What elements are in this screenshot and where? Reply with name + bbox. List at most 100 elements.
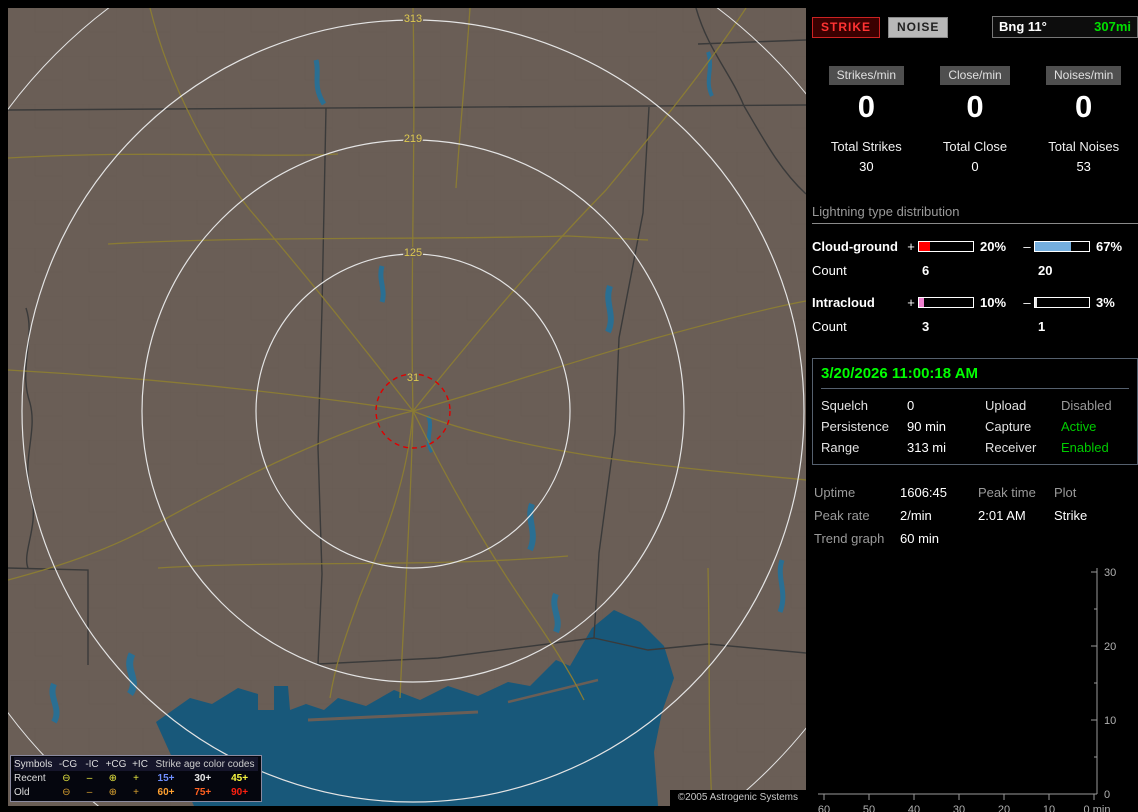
persistence-value: 90 min [907, 419, 947, 434]
minus-sign: – [1023, 294, 1031, 310]
cloud-ground-count-row: Count 6 20 [812, 258, 1138, 282]
neg-cg-old-icon: ⊖ [62, 786, 71, 798]
pos-cg-recent-icon: ⊕ [108, 772, 117, 784]
pos-cg-old-icon: ⊕ [108, 786, 117, 798]
ic-positive-count: 3 [922, 318, 930, 334]
cloud-ground-row: Cloud-ground + 20% – 67% [812, 234, 1138, 258]
persistence-label: Persistence [821, 419, 889, 434]
age-code: 30+ [194, 772, 212, 784]
total-noises-value: 53 [1076, 159, 1091, 174]
trend-x-tick: 0 min [1084, 804, 1111, 812]
app-window: 313 219 125 31 Symbols -CG -IC +CG +IC S… [0, 0, 1138, 812]
cg-positive-pct: 20% [980, 238, 1007, 254]
noises-per-min-meter: Noises/min 0 [1029, 66, 1138, 125]
age-code: 45+ [231, 772, 249, 784]
mode-row: STRIKE NOISE Bng 11° 307mi [812, 16, 1138, 38]
status-box: 3/20/2026 11:00:18 AM Squelch 0 Upload D… [812, 358, 1138, 465]
age-code: 60+ [157, 786, 175, 798]
close-per-min-value: 0 [966, 89, 984, 124]
total-close: Total Close 0 [921, 139, 1030, 174]
receiver-label: Receiver [985, 440, 1037, 455]
stat-row: Peak rate 2/min 2:01 AM Strike [814, 504, 1136, 527]
map-legend: Symbols -CG -IC +CG +IC Strike age color… [10, 755, 262, 802]
ic-negative-pct: 3% [1096, 294, 1115, 310]
total-noises: Total Noises 53 [1029, 139, 1138, 174]
squelch-value: 0 [907, 398, 915, 413]
ring-label: 313 [404, 13, 422, 25]
ring-label: 219 [404, 133, 422, 145]
ic-negative-bar [1034, 296, 1090, 308]
peak-time-value: 2:01 AM [978, 508, 1026, 523]
trend-y-tick: 10 [1104, 715, 1116, 727]
legend-recent-row: Recent ⊖ – ⊕ + 15+ 30+ 45+ [14, 771, 258, 785]
upload-label: Upload [985, 398, 1027, 413]
strike-mode-button[interactable]: STRIKE [812, 16, 881, 38]
stat-row: Trend graph 60 min [814, 527, 1136, 550]
trend-x-tick: 30 [953, 804, 965, 812]
trend-x-tick: 20 [998, 804, 1010, 812]
map-canvas[interactable]: 313 219 125 31 [0, 0, 919, 812]
neg-cg-recent-icon: ⊖ [62, 772, 71, 784]
clock-readout: 3/20/2026 11:00:18 AM [821, 365, 1129, 389]
strikes-per-min-meter: Strikes/min 0 [812, 66, 921, 125]
total-close-label: Total Close [942, 139, 1008, 154]
bearing-range: 307mi [1094, 19, 1131, 34]
strike-map[interactable]: 313 219 125 31 Symbols -CG -IC +CG +IC S… [0, 0, 919, 812]
trend-graph: 30 20 10 0 60 50 40 30 20 10 0 min [812, 560, 1138, 812]
legend-col-pos-cg: +CG [105, 758, 127, 770]
legend-symbols-title: Symbols [14, 758, 53, 770]
trend-x-tick: 60 [818, 804, 830, 812]
distribution-title: Lightning type distribution [812, 204, 1138, 224]
status-row: Squelch 0 Upload Disabled [821, 395, 1129, 416]
range-value: 313 mi [907, 440, 947, 455]
minus-sign: – [1023, 238, 1031, 254]
close-per-min-meter: Close/min 0 [921, 66, 1030, 125]
legend-old-label: Old [14, 786, 30, 798]
noises-per-min-label: Noises/min [1046, 66, 1122, 85]
cg-negative-pct: 67% [1096, 238, 1123, 254]
noise-mode-button[interactable]: NOISE [888, 16, 949, 38]
ring-label: 31 [407, 372, 419, 384]
strikes-per-min-value: 0 [857, 89, 875, 124]
cg-negative-bar-fill [1035, 241, 1072, 251]
cg-negative-bar [1034, 240, 1090, 252]
intracloud-count-row: Count 3 1 [812, 314, 1138, 338]
peak-time-label: Peak time [978, 485, 1036, 500]
county-boundaries [8, 8, 806, 806]
bearing-readout: Bng 11° 307mi [992, 16, 1138, 38]
legend-recent-label: Recent [14, 772, 46, 784]
uptime-label: Uptime [814, 485, 856, 500]
intracloud-label: Intracloud [812, 294, 875, 310]
ring-label: 125 [404, 247, 422, 259]
cg-negative-count: 20 [1038, 262, 1053, 278]
total-strikes: Total Strikes 30 [812, 139, 921, 174]
plot-value: Strike [1054, 508, 1088, 523]
noises-per-min-value: 0 [1075, 89, 1093, 124]
uptime-value: 1606:45 [900, 485, 947, 500]
cg-positive-count: 6 [922, 262, 930, 278]
ic-positive-pct: 10% [980, 294, 1007, 310]
cg-positive-bar-fill [919, 241, 930, 251]
legend-old-row: Old ⊖ – ⊕ + 60+ 75+ 90+ [14, 785, 258, 799]
peak-rate-value: 2/min [900, 508, 932, 523]
range-label: Range [821, 440, 860, 455]
age-code: 75+ [194, 786, 212, 798]
total-close-value: 0 [971, 159, 979, 174]
status-row: Range 313 mi Receiver Enabled [821, 437, 1129, 458]
strikes-per-min-label: Strikes/min [828, 66, 904, 85]
total-noises-label: Total Noises [1048, 139, 1120, 154]
bearing-label: Bng 11° [999, 19, 1047, 34]
trend-y-tick: 0 [1104, 789, 1110, 801]
copyright-label: ©2005 Astrogenic Systems [669, 790, 806, 806]
status-row: Persistence 90 min Capture Active [821, 416, 1129, 437]
count-label: Count [812, 262, 847, 278]
trend-graph-value: 60 min [900, 531, 940, 546]
peak-rate-label: Peak rate [814, 508, 870, 523]
neg-ic-old-icon: – [86, 786, 93, 798]
legend-col-neg-ic: -IC [85, 758, 99, 770]
total-strikes-value: 30 [859, 159, 874, 174]
legend-col-neg-cg: -CG [58, 758, 78, 770]
totals-row: Total Strikes 30 Total Close 0 Total Noi… [812, 139, 1138, 174]
ic-negative-count: 1 [1038, 318, 1046, 334]
capture-status: Active [1061, 419, 1097, 434]
